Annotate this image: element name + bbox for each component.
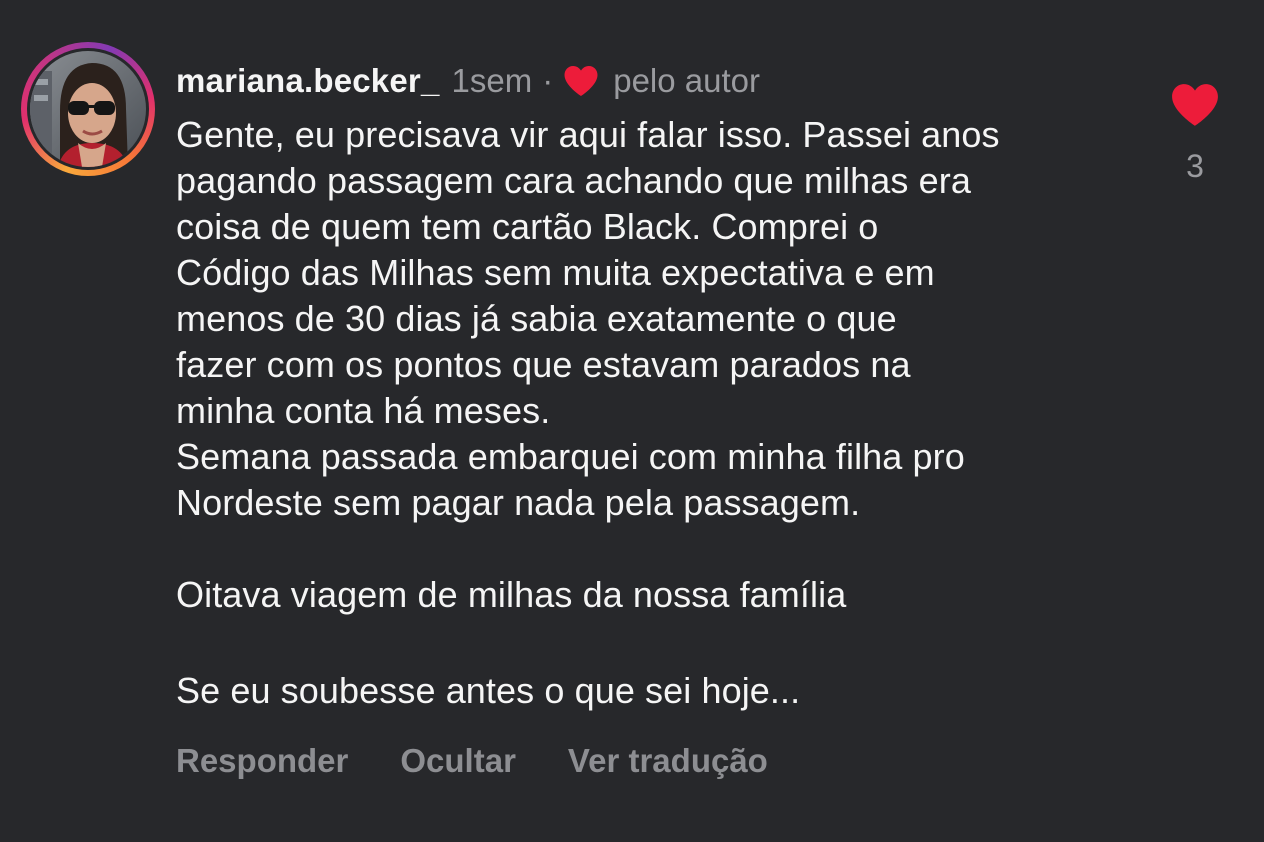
- like-column: 3: [1168, 82, 1222, 185]
- username-link[interactable]: mariana.becker_: [176, 62, 440, 100]
- liked-by-author-label: pelo autor: [613, 62, 760, 99]
- reply-button[interactable]: Responder: [176, 742, 348, 780]
- comment-header: mariana.becker_ 1sem · pelo autor: [176, 58, 1136, 104]
- translate-button[interactable]: Ver tradução: [568, 742, 768, 780]
- comment-text-paragraph-3: Se eu soubesse antes o que sei hoje...: [176, 670, 801, 711]
- comment-content: mariana.becker_ 1sem · pelo autor Gente,…: [176, 58, 1136, 714]
- heart-icon[interactable]: [1170, 82, 1220, 128]
- heart-icon: [564, 66, 598, 96]
- comment-text-paragraph-1: Gente, eu precisava vir aqui falar isso.…: [176, 114, 1000, 523]
- comment: mariana.becker_ 1sem · pelo autor Gente,…: [0, 0, 1264, 842]
- separator: ·: [542, 62, 554, 99]
- timestamp: 1sem: [451, 62, 533, 99]
- avatar-story-ring[interactable]: [21, 42, 155, 176]
- comment-actions: Responder Ocultar Ver tradução: [176, 742, 820, 780]
- avatar-gap: [27, 48, 149, 170]
- avatar: [30, 51, 146, 167]
- like-count: 3: [1186, 148, 1204, 184]
- hide-button[interactable]: Ocultar: [400, 742, 516, 780]
- comment-text-paragraph-2: Oitava viagem de milhas da nossa família: [176, 574, 847, 615]
